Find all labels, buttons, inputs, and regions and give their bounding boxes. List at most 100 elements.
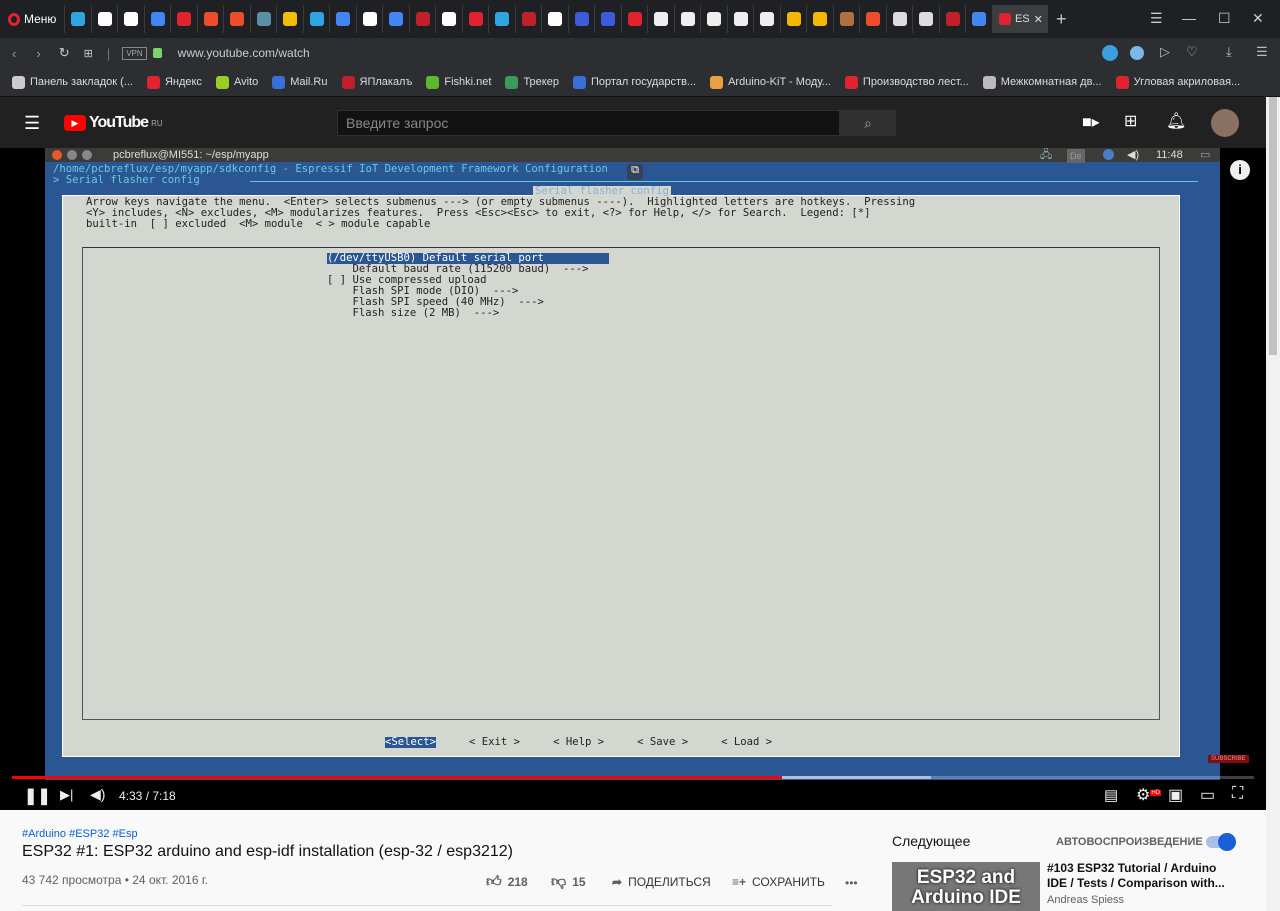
bookmark-item[interactable]: Угловая акриловая... (1115, 75, 1240, 89)
tab[interactable] (435, 5, 462, 33)
dialog-button[interactable]: <Select> (385, 737, 437, 748)
menu-item[interactable]: Flash size (2 MB) ---> (327, 308, 609, 319)
tab[interactable] (594, 5, 621, 33)
bookmark-item[interactable]: Портал государств... (572, 75, 696, 89)
new-tab-button[interactable]: + (1056, 9, 1067, 30)
url-input[interactable]: www.youtube.com/watch (178, 46, 310, 60)
bookmark-item[interactable]: Трекер (505, 75, 559, 89)
tab[interactable] (647, 5, 674, 33)
bookmark-item[interactable]: Avito (215, 75, 258, 89)
theater-mode-button[interactable]: ▭ (1200, 785, 1215, 805)
miniplayer-button[interactable]: ▣ (1168, 785, 1183, 805)
recommended-channel[interactable]: Andreas Spiess (1047, 894, 1124, 906)
fullscreen-button[interactable]: ⛶ (1232, 785, 1243, 803)
apps-icon[interactable]: ⊞ (1124, 111, 1137, 131)
tab[interactable] (276, 5, 303, 33)
maximize-button[interactable]: ☐ (1218, 10, 1231, 27)
tab[interactable] (514, 5, 542, 33)
tab[interactable] (700, 5, 727, 33)
tab[interactable] (117, 5, 144, 33)
tab[interactable] (488, 5, 515, 33)
more-actions-button[interactable]: ••• (845, 876, 858, 890)
notifications-icon[interactable]: 🔔︎ (1166, 111, 1186, 131)
tab[interactable] (355, 5, 383, 33)
heart-icon[interactable]: ♡ (1186, 44, 1198, 60)
tab[interactable] (90, 5, 118, 33)
popout-icon[interactable]: ⧉ (627, 164, 643, 180)
tab[interactable] (620, 5, 648, 33)
tab[interactable] (541, 5, 568, 33)
progress-bar[interactable] (12, 776, 1254, 779)
tab[interactable] (753, 5, 780, 33)
tab[interactable] (329, 5, 356, 33)
tab[interactable] (806, 5, 833, 33)
easy-setup-icon[interactable]: ☰ (1256, 44, 1268, 60)
tab[interactable] (567, 5, 595, 33)
tab[interactable] (302, 5, 330, 33)
tab[interactable] (249, 5, 277, 33)
upload-video-icon[interactable]: ■▸ (1082, 112, 1100, 132)
adblock-icon[interactable] (1130, 46, 1144, 60)
tab[interactable] (461, 5, 489, 33)
reload-button[interactable]: ↻ (59, 45, 70, 61)
bookmark-item[interactable]: Fishki.net (426, 75, 491, 89)
dialog-button[interactable]: < Load > (721, 737, 772, 748)
vpn-badge[interactable]: VPN (122, 46, 147, 60)
next-button[interactable]: ▶| (60, 787, 73, 803)
search-input[interactable]: Введите запрос (337, 110, 840, 136)
opera-menu-button[interactable]: Меню (8, 12, 56, 26)
dislike-button[interactable]: 👎︎ 15 (551, 873, 586, 891)
tab[interactable] (143, 5, 171, 33)
share-button[interactable]: ➦ ПОДЕЛИТЬСЯ (612, 875, 711, 889)
volume-button[interactable]: ◀) (90, 786, 105, 803)
tab[interactable] (408, 5, 436, 33)
send-icon[interactable]: ▷ (1160, 44, 1170, 60)
bookmark-item[interactable]: Яндекс (146, 75, 202, 89)
subtitles-button[interactable]: ▤ (1104, 786, 1118, 804)
youtube-logo[interactable]: ▶ YouTube RU (64, 114, 163, 132)
tab[interactable] (779, 5, 807, 33)
tab[interactable] (726, 5, 754, 33)
tab[interactable] (673, 5, 701, 33)
tab[interactable] (832, 5, 860, 33)
close-tab-icon[interactable]: ✕ (1034, 13, 1043, 26)
recommended-title[interactable]: #103 ESP32 Tutorial / Arduino IDE / Test… (1047, 861, 1232, 891)
tab[interactable] (938, 5, 966, 33)
info-icon[interactable]: i (1230, 160, 1250, 180)
tab[interactable] (382, 5, 409, 33)
hamburger-icon[interactable]: ☰ (24, 113, 40, 134)
forward-button[interactable]: › (36, 46, 40, 61)
bookmark-item[interactable]: Межкомнатная дв... (982, 75, 1102, 89)
tab[interactable] (912, 5, 939, 33)
tab[interactable] (885, 5, 913, 33)
autoplay-toggle[interactable] (1206, 833, 1236, 851)
subscribe-watermark[interactable]: SUBSCRIBE (1208, 755, 1249, 763)
hashtags[interactable]: #Arduino #ESP32 #Esp (22, 828, 138, 840)
tab[interactable] (196, 5, 224, 33)
bookmark-item[interactable]: Панель закладок (... (12, 75, 133, 89)
avatar[interactable] (1211, 109, 1239, 137)
like-button[interactable]: 👍︎ 218 (486, 873, 528, 891)
dialog-button[interactable]: < Save > (637, 737, 688, 748)
pause-button[interactable]: ❚❚ (24, 786, 51, 806)
close-window-button[interactable]: ✕ (1252, 10, 1264, 27)
tab-active[interactable]: ES ✕ (991, 5, 1048, 33)
scrollbar[interactable] (1266, 97, 1280, 911)
bookmark-item[interactable]: ЯПлакалъ (341, 75, 412, 89)
settings-button[interactable]: ⚙HD (1136, 785, 1162, 805)
tab-menu-icon[interactable]: ☰ (1150, 10, 1163, 27)
bookmark-item[interactable]: Производство лест... (844, 75, 969, 89)
tab[interactable] (965, 5, 992, 33)
tab[interactable] (859, 5, 886, 33)
snapshot-icon[interactable] (1102, 45, 1118, 61)
bookmark-item[interactable]: Arduino-KiT - Моду... (710, 75, 831, 89)
download-icon[interactable]: ⤓ (1226, 44, 1232, 60)
save-button[interactable]: ≡+ СОХРАНИТЬ (732, 875, 825, 889)
recommended-thumbnail[interactable]: ESP32 and Arduino IDE (892, 862, 1040, 911)
tab[interactable] (170, 5, 197, 33)
speed-dial-icon[interactable]: ⊞ (84, 47, 93, 60)
minimize-button[interactable]: — (1182, 10, 1196, 26)
search-button[interactable]: ⌕ (840, 110, 896, 136)
scrollbar-thumb[interactable] (1269, 97, 1277, 355)
dialog-button[interactable]: < Exit > (469, 737, 520, 748)
